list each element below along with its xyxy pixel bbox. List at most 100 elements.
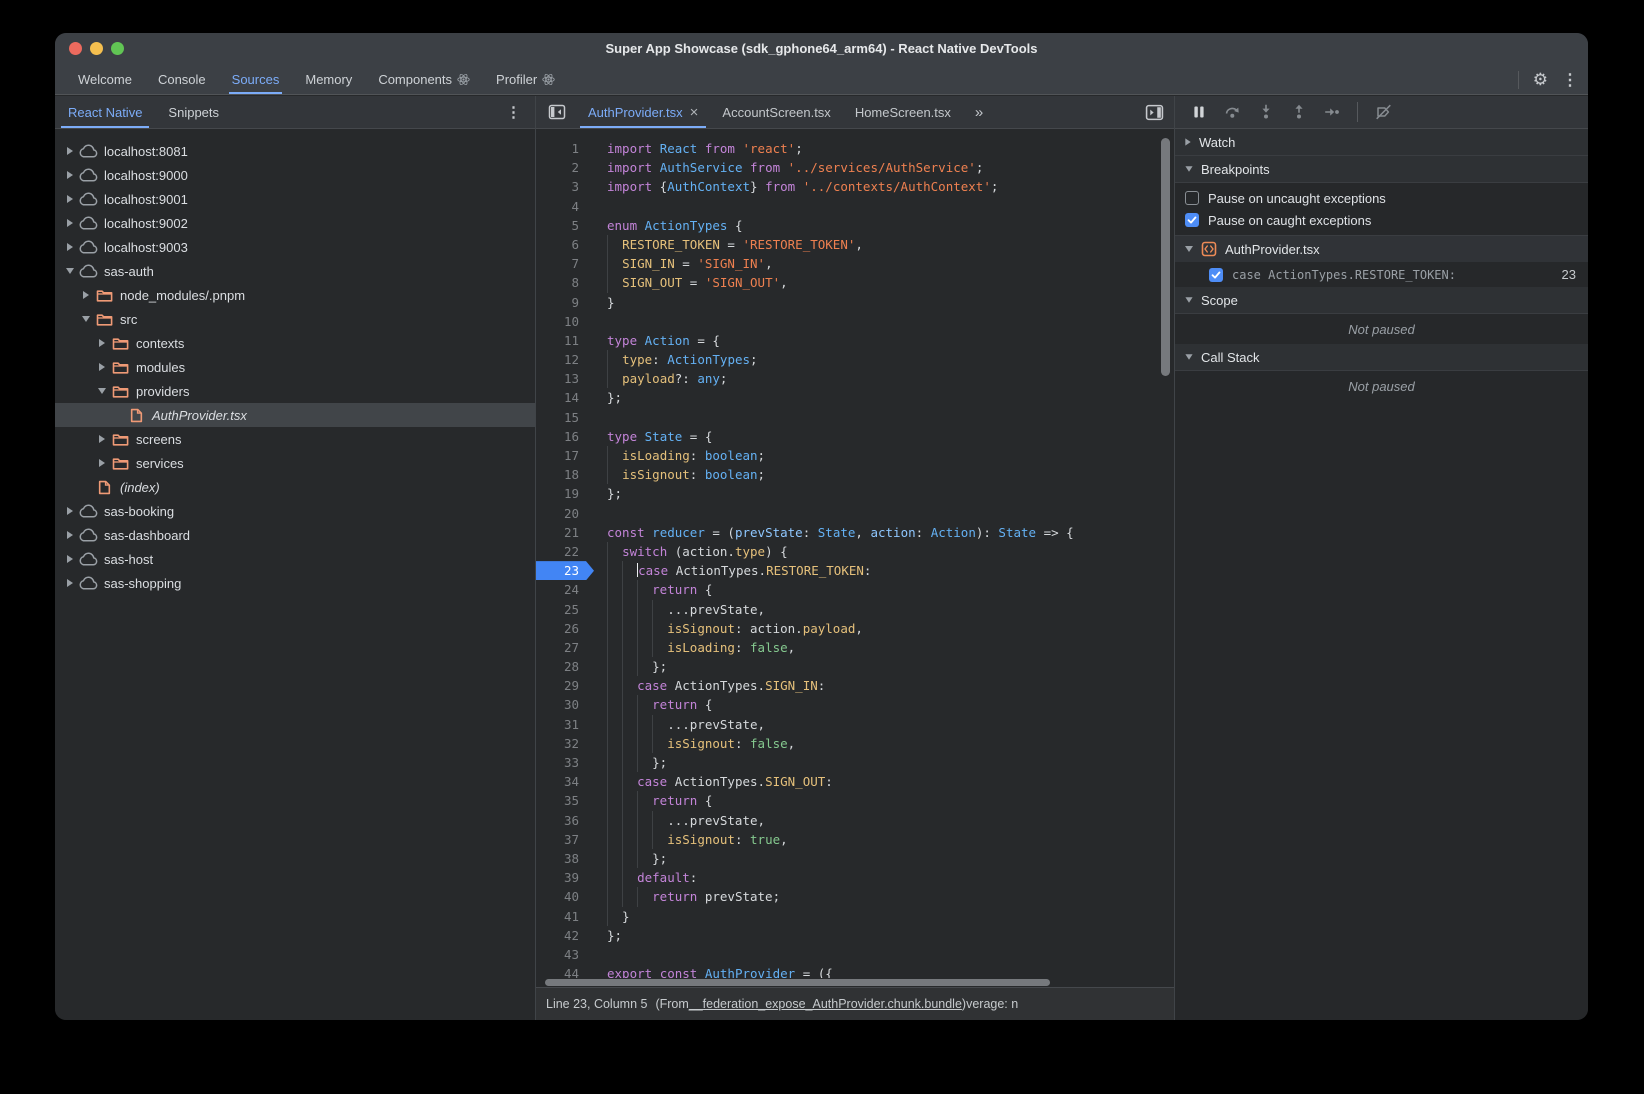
collapsed-arrow-icon[interactable]: [95, 363, 109, 371]
settings-gear-icon[interactable]: ⚙: [1533, 71, 1548, 88]
code-line[interactable]: 7 SIGN_IN = 'SIGN_IN',: [536, 254, 1174, 273]
tree-item-services[interactable]: services: [55, 451, 535, 475]
breakpoints-section-header[interactable]: Breakpoints: [1175, 156, 1588, 183]
code-line[interactable]: 43: [536, 945, 1174, 964]
line-number[interactable]: 21: [536, 523, 594, 542]
navigator-tab-react-native[interactable]: React Native: [55, 96, 155, 128]
line-number[interactable]: 12: [536, 350, 594, 369]
code-line[interactable]: 17 isLoading: boolean;: [536, 446, 1174, 465]
collapsed-arrow-icon[interactable]: [63, 243, 77, 251]
pause-icon[interactable]: [1191, 104, 1207, 120]
line-number[interactable]: 18: [536, 465, 594, 484]
step-over-icon[interactable]: [1224, 104, 1241, 120]
line-number[interactable]: 39: [536, 868, 594, 887]
editor-tab-homescreen-tsx[interactable]: HomeScreen.tsx: [843, 96, 963, 128]
line-number[interactable]: 20: [536, 504, 594, 523]
tree-item-localhost-9001[interactable]: localhost:9001: [55, 187, 535, 211]
code-line[interactable]: 40 return prevState;: [536, 887, 1174, 906]
tab-profiler[interactable]: Profiler: [483, 64, 568, 94]
bundle-link[interactable]: __federation_expose_AuthProvider.chunk.b…: [689, 997, 962, 1011]
tab-console[interactable]: Console: [145, 64, 219, 94]
code-line[interactable]: 30 return {: [536, 695, 1174, 714]
code-line[interactable]: 8 SIGN_OUT = 'SIGN_OUT',: [536, 273, 1174, 292]
line-number[interactable]: 4: [536, 197, 594, 216]
line-number[interactable]: 43: [536, 945, 594, 964]
line-number[interactable]: 40: [536, 887, 594, 906]
line-number[interactable]: 6: [536, 235, 594, 254]
code-line[interactable]: 39 default:: [536, 868, 1174, 887]
code-line[interactable]: 3import {AuthContext} from '../contexts/…: [536, 177, 1174, 196]
more-tabs-icon[interactable]: »: [963, 96, 994, 128]
code-line[interactable]: 28 };: [536, 657, 1174, 676]
expanded-arrow-icon[interactable]: [79, 316, 93, 322]
code-line[interactable]: 37 isSignout: true,: [536, 830, 1174, 849]
code-line[interactable]: 15: [536, 408, 1174, 427]
pause-caught-row[interactable]: Pause on caught exceptions: [1175, 209, 1588, 231]
pause-caught-checkbox[interactable]: [1185, 213, 1199, 227]
line-number[interactable]: 38: [536, 849, 594, 868]
code-line[interactable]: 41 }: [536, 907, 1174, 926]
code-line[interactable]: 22 switch (action.type) {: [536, 542, 1174, 561]
line-number[interactable]: 25: [536, 600, 594, 619]
breakpoint-entry-row[interactable]: case ActionTypes.RESTORE_TOKEN: 23: [1175, 262, 1588, 287]
line-number[interactable]: 14: [536, 388, 594, 407]
step-out-icon[interactable]: [1291, 104, 1307, 120]
scope-section-header[interactable]: Scope: [1175, 287, 1588, 314]
code-line[interactable]: 9}: [536, 293, 1174, 312]
collapsed-arrow-icon[interactable]: [63, 195, 77, 203]
code-line[interactable]: 44export const AuthProvider = ({: [536, 964, 1174, 978]
line-number[interactable]: 11: [536, 331, 594, 350]
tree-item-localhost-9002[interactable]: localhost:9002: [55, 211, 535, 235]
code-line[interactable]: 2import AuthService from '../services/Au…: [536, 158, 1174, 177]
line-number[interactable]: 34: [536, 772, 594, 791]
close-tab-icon[interactable]: ×: [690, 104, 699, 121]
collapsed-arrow-icon[interactable]: [79, 291, 93, 299]
more-options-kebab-icon[interactable]: ⋮: [1562, 70, 1578, 90]
show-debugger-panel-icon[interactable]: [1145, 103, 1164, 122]
tab-memory[interactable]: Memory: [292, 64, 365, 94]
code-line[interactable]: 18 isSignout: boolean;: [536, 465, 1174, 484]
code-line[interactable]: 36 ...prevState,: [536, 811, 1174, 830]
editor-tab-accountscreen-tsx[interactable]: AccountScreen.tsx: [710, 96, 842, 128]
active-line-number-badge[interactable]: 23: [536, 561, 594, 580]
code-line[interactable]: 34 case ActionTypes.SIGN_OUT:: [536, 772, 1174, 791]
code-line[interactable]: 29 case ActionTypes.SIGN_IN:: [536, 676, 1174, 695]
step-icon[interactable]: [1324, 104, 1340, 120]
tree-item-screens[interactable]: screens: [55, 427, 535, 451]
code-editor[interactable]: 1import React from 'react';2import AuthS…: [536, 129, 1174, 978]
collapsed-arrow-icon[interactable]: [63, 579, 77, 587]
collapsed-arrow-icon[interactable]: [63, 219, 77, 227]
code-line[interactable]: 4: [536, 197, 1174, 216]
collapsed-arrow-icon[interactable]: [63, 171, 77, 179]
line-number[interactable]: 9: [536, 293, 594, 312]
collapsed-arrow-icon[interactable]: [63, 147, 77, 155]
code-line[interactable]: 32 isSignout: false,: [536, 734, 1174, 753]
editor-vertical-scrollbar[interactable]: [1161, 138, 1170, 376]
code-line[interactable]: 10: [536, 312, 1174, 331]
tree-item-sas-shopping[interactable]: sas-shopping: [55, 571, 535, 595]
line-number[interactable]: 1: [536, 139, 594, 158]
navigator-kebab-icon[interactable]: ⋮: [506, 103, 521, 121]
tree-item-localhost-8081[interactable]: localhost:8081: [55, 139, 535, 163]
code-line[interactable]: 12 type: ActionTypes;: [536, 350, 1174, 369]
code-line[interactable]: 42};: [536, 926, 1174, 945]
code-line[interactable]: 1import React from 'react';: [536, 139, 1174, 158]
hide-navigator-icon[interactable]: [536, 96, 576, 128]
line-number[interactable]: 15: [536, 408, 594, 427]
line-number[interactable]: 17: [536, 446, 594, 465]
tree-item-authprovider-tsx[interactable]: AuthProvider.tsx: [55, 403, 535, 427]
code-line[interactable]: 11type Action = {: [536, 331, 1174, 350]
line-number[interactable]: 24: [536, 580, 594, 599]
watch-section-header[interactable]: Watch: [1175, 129, 1588, 156]
editor-horizontal-scrollbar[interactable]: [545, 979, 1050, 986]
line-number[interactable]: 28: [536, 657, 594, 676]
line-number[interactable]: 27: [536, 638, 594, 657]
code-line[interactable]: 5enum ActionTypes {: [536, 216, 1174, 235]
tree-item-modules[interactable]: modules: [55, 355, 535, 379]
line-number[interactable]: 2: [536, 158, 594, 177]
tree-item-providers[interactable]: providers: [55, 379, 535, 403]
line-number[interactable]: 44: [536, 964, 594, 978]
expanded-arrow-icon[interactable]: [95, 388, 109, 394]
code-line[interactable]: 26 isSignout: action.payload,: [536, 619, 1174, 638]
code-line[interactable]: 25 ...prevState,: [536, 600, 1174, 619]
